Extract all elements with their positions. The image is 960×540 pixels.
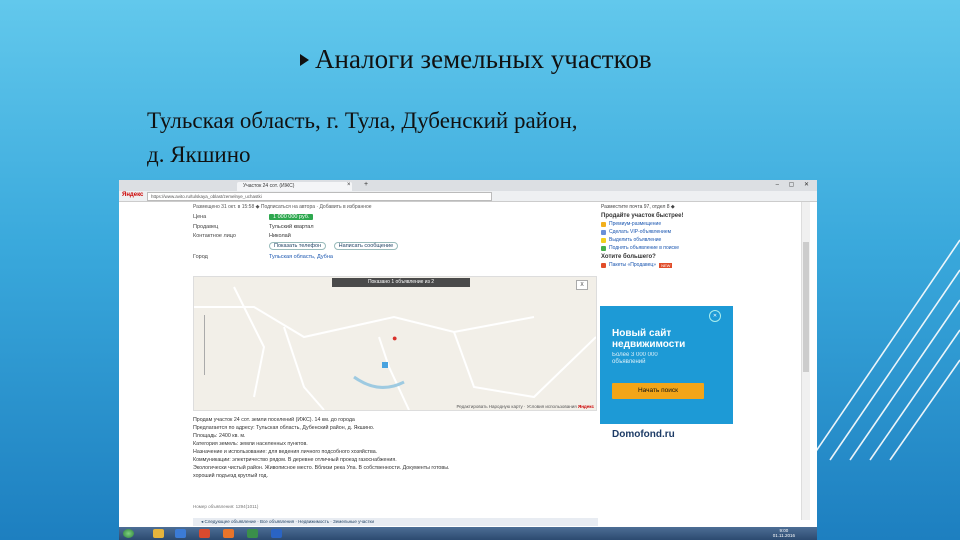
clock-date: 01.11.2016 xyxy=(772,533,795,538)
new-badge: NEW xyxy=(659,262,673,268)
map-pin-icon[interactable]: ● xyxy=(392,333,397,343)
city-link[interactable]: Тульская область, Дубна xyxy=(269,254,333,260)
bullet-triangle-icon xyxy=(300,53,309,66)
package-icon xyxy=(601,262,606,268)
page-left-margin xyxy=(119,202,189,520)
browser-address-bar: Яндекс https://www.avito.ru/tulskaya_obl… xyxy=(119,191,817,202)
description-line: Предлагается по адресу: Тульская область… xyxy=(193,425,375,431)
ad-title-line-1: Новый сайт xyxy=(612,328,672,339)
contact-buttons: Показать телефон Написать сообщение xyxy=(269,242,404,250)
description-line: Коммуникации: электричество рядом. В дер… xyxy=(193,457,397,463)
sidebar-top: Разместите почта 97, отдел 8 ◆ xyxy=(601,204,675,210)
app-icon[interactable] xyxy=(247,529,258,538)
yandex-browser-icon[interactable] xyxy=(199,529,210,538)
sidebar-item-raise[interactable]: Поднять объявление в поиске xyxy=(601,245,731,251)
firefox-icon[interactable] xyxy=(223,529,234,538)
map-roads xyxy=(194,286,596,410)
start-search-button[interactable]: Начать поиск xyxy=(612,383,704,399)
write-message-button[interactable]: Написать сообщение xyxy=(333,242,399,250)
sidebar-heading-2: Хотите большего? xyxy=(601,254,656,260)
row-label: Контактное лицо xyxy=(193,233,236,239)
show-phone-button[interactable]: Показать телефон xyxy=(269,242,327,250)
row-label: Цена xyxy=(193,214,207,220)
map-footer: Редактировать Народную карту · Условия и… xyxy=(456,404,594,409)
browser-tab[interactable]: Участок 24 сот. (ИЖС) xyxy=(237,182,352,191)
ad-close-icon[interactable]: ✕ xyxy=(709,310,721,322)
ad-title-line-2: недвижимости xyxy=(612,339,686,350)
listing-content: Размещено 31 окт. в 15:58 ◆ Подписаться … xyxy=(193,204,598,260)
sidebar-item-label: Пакеты «Продавец» xyxy=(609,262,657,268)
ad-sub-line-2: объявлений xyxy=(612,359,646,365)
highlight-icon xyxy=(601,237,606,243)
arrow-up-icon xyxy=(601,245,606,251)
sidebar-item-label: Выделить объявление xyxy=(609,237,662,243)
system-clock[interactable]: 9:00 01.11.2016 xyxy=(773,528,795,538)
windows-taskbar: 9:00 01.11.2016 xyxy=(119,527,817,540)
scrollbar-thumb[interactable] xyxy=(803,242,809,372)
description-line: Категория земель: земли населенных пункт… xyxy=(193,441,308,447)
word-icon[interactable] xyxy=(271,529,282,538)
sidebar-item-highlight[interactable]: Выделить объявление xyxy=(601,237,731,243)
domofond-logo: Domofond.ru xyxy=(600,424,733,446)
ad-title: Новый сайт недвижимости xyxy=(612,328,685,350)
sidebar-heading: Продайте участок быстрее! xyxy=(601,213,684,219)
folder-icon[interactable] xyxy=(153,529,164,538)
sidebar-item-vip[interactable]: Сделать VIP-объявлением xyxy=(601,229,731,235)
description-line: Экологически чистый район. Живописное ме… xyxy=(193,465,450,471)
row-label: Продавец xyxy=(193,224,219,230)
page-scrollbar[interactable] xyxy=(801,202,810,520)
sidebar-item-label: Премиум-размещение xyxy=(609,221,662,227)
description-line: Назначение и использование: для ведения … xyxy=(193,449,378,455)
vip-icon xyxy=(601,229,606,235)
price-badge: 1 000 000 руб. xyxy=(269,214,314,220)
bottom-nav-bar[interactable]: ◂ Следующее объявление · Все объявления … xyxy=(193,518,598,526)
sidebar-item-label: Сделать VIP-объявлением xyxy=(609,229,672,235)
listing-number: Номер объявления: 1294(1011) xyxy=(193,504,259,509)
browser-tab-strip: Участок 24 сот. (ИЖС) × + – ▢ ✕ xyxy=(119,180,817,191)
crown-icon xyxy=(601,221,606,227)
description-line: хороший подъезд круглый год. xyxy=(193,473,268,479)
row-label: Город xyxy=(193,254,208,260)
slide-title-text: Аналоги земельных участков xyxy=(315,44,652,74)
map-footer-text[interactable]: Редактировать Народную карту · Условия и… xyxy=(456,404,576,409)
start-button-icon[interactable] xyxy=(123,529,134,538)
map-banner: Показано 1 объявление из 2 xyxy=(332,278,470,287)
seller-name: Тульский квартал xyxy=(269,224,314,230)
sidebar-item-label: Поднять объявление в поиске xyxy=(609,245,680,251)
subtitle-line-1: Тульская область, г. Тула, Дубенский рай… xyxy=(147,108,578,133)
description-line: Продам участок 24 сот. земли поселений (… xyxy=(193,417,355,423)
ad-sub-line-1: Более 3 000 000 xyxy=(612,352,658,358)
yandex-logo[interactable]: Яндекс xyxy=(122,192,143,198)
map-zoom-slider[interactable] xyxy=(204,315,210,375)
window-controls[interactable]: – ▢ ✕ xyxy=(776,181,813,188)
sidebar-item-packages[interactable]: Пакеты «Продавец» NEW xyxy=(601,262,731,268)
media-icon[interactable] xyxy=(175,529,186,538)
ad-subtitle: Более 3 000 000 объявлений xyxy=(612,352,658,366)
contact-name: Николай xyxy=(269,233,291,239)
listing-breadcrumb: Размещено 31 окт. в 15:58 ◆ Подписаться … xyxy=(193,204,372,210)
location-map[interactable]: Показано 1 объявление из 2 X ● Редактиро… xyxy=(193,276,597,411)
embedded-browser-screenshot: Участок 24 сот. (ИЖС) × + – ▢ ✕ Яндекс h… xyxy=(119,180,817,540)
decorative-lines xyxy=(810,239,960,461)
subtitle-line-2: д. Якшино xyxy=(147,142,251,167)
new-tab-icon[interactable]: + xyxy=(364,181,368,188)
listing-description: Продам участок 24 сот. земли поселений (… xyxy=(193,416,603,480)
slide-title: Аналоги земельных участков xyxy=(300,44,652,75)
promo-sidebar: Разместите почта 97, отдел 8 ◆ Продайте … xyxy=(601,204,731,268)
tab-close-icon[interactable]: × xyxy=(347,182,351,188)
sidebar-item-premium[interactable]: Премиум-размещение xyxy=(601,221,731,227)
domofond-ad-banner[interactable]: ✕ Новый сайт недвижимости Более 3 000 00… xyxy=(600,306,733,446)
slide-subtitle: Тульская область, г. Тула, Дубенский рай… xyxy=(147,104,787,172)
url-field[interactable]: https://www.avito.ru/tulskaya_oblast/zem… xyxy=(147,192,492,201)
map-brand: Яндекс xyxy=(577,404,594,409)
map-close-button[interactable]: X xyxy=(576,280,588,290)
description-line: Площадь: 2400 кв. м. xyxy=(193,433,246,439)
